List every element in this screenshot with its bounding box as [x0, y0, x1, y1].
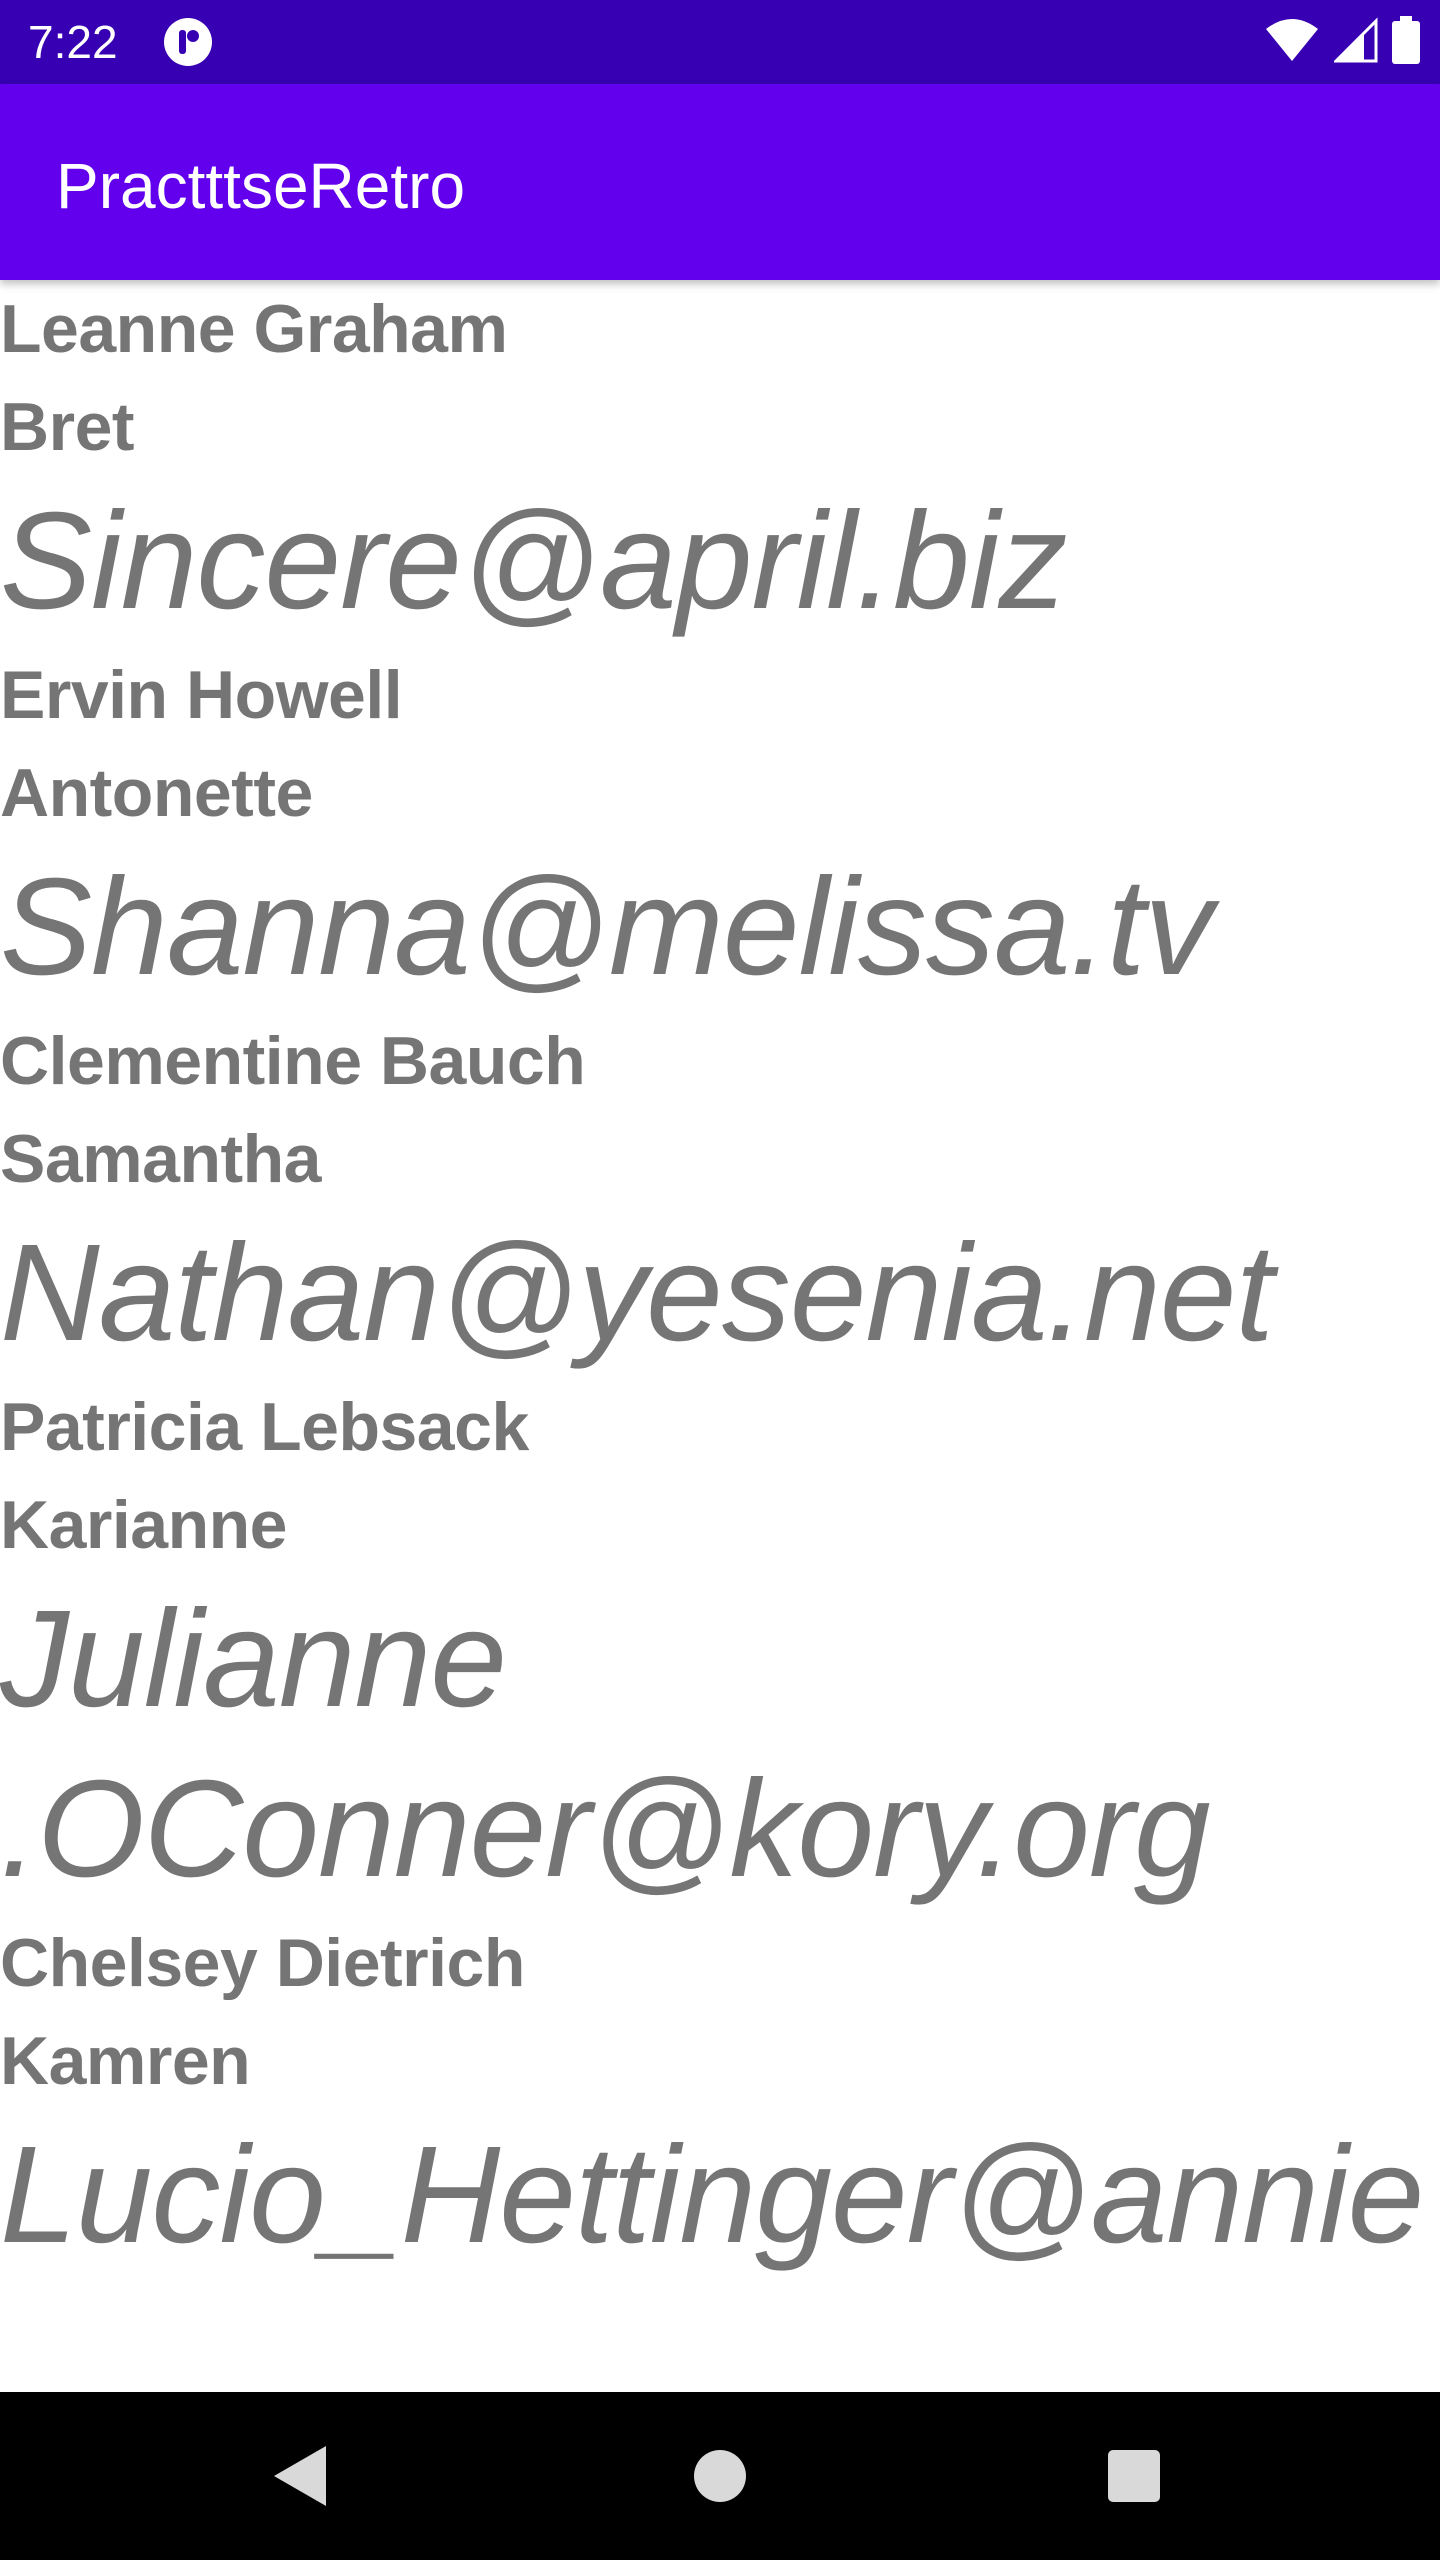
user-email: Sincere@april.biz: [0, 484, 1068, 638]
user-username: Kamren: [0, 2023, 251, 2099]
app-title: PractttseRetro: [56, 150, 466, 222]
user-email: Shanna@melissa.tv: [0, 850, 1213, 1004]
wifi-icon: [1264, 17, 1320, 67]
list-item[interactable]: Ervin Howell Antonette Shanna@melissa.tv: [0, 646, 1440, 1012]
user-email: Julianne.OConner@kory.org: [0, 1582, 1211, 1906]
status-time: 7:22: [28, 16, 118, 68]
recents-icon[interactable]: [1090, 2432, 1178, 2520]
list-item[interactable]: Clementine Bauch Samantha Nathan@yesenia…: [0, 1012, 1440, 1378]
app-notification-icon: [162, 16, 214, 68]
back-icon[interactable]: [256, 2432, 344, 2520]
user-username: Bret: [0, 389, 135, 465]
user-username: Karianne: [0, 1487, 288, 1563]
navigation-bar: [0, 2392, 1440, 2560]
user-name: Leanne Graham: [0, 291, 508, 367]
status-icons: [1264, 16, 1420, 68]
cell-signal-icon: [1332, 17, 1378, 67]
user-name: Ervin Howell: [0, 657, 403, 733]
status-bar: 7:22: [0, 0, 1440, 84]
list-item[interactable]: Chelsey Dietrich Kamren Lucio_Hettinger@…: [0, 1914, 1440, 2280]
user-list[interactable]: Leanne Graham Bret Sincere@april.biz Erv…: [0, 280, 1440, 2392]
list-item[interactable]: Leanne Graham Bret Sincere@april.biz: [0, 280, 1440, 646]
user-username: Antonette: [0, 755, 313, 831]
user-email: Nathan@yesenia.net: [0, 1216, 1274, 1370]
user-name: Chelsey Dietrich: [0, 1925, 525, 2001]
battery-icon: [1392, 16, 1420, 68]
user-email: Lucio_Hettinger@annie: [0, 2118, 1424, 2272]
app-bar: PractttseRetro: [0, 84, 1440, 280]
user-name: Clementine Bauch: [0, 1023, 586, 1099]
user-username: Samantha: [0, 1121, 322, 1197]
home-icon[interactable]: [676, 2432, 764, 2520]
user-name: Patricia Lebsack: [0, 1389, 529, 1465]
list-item[interactable]: Patricia Lebsack Karianne Julianne.OConn…: [0, 1378, 1440, 1914]
